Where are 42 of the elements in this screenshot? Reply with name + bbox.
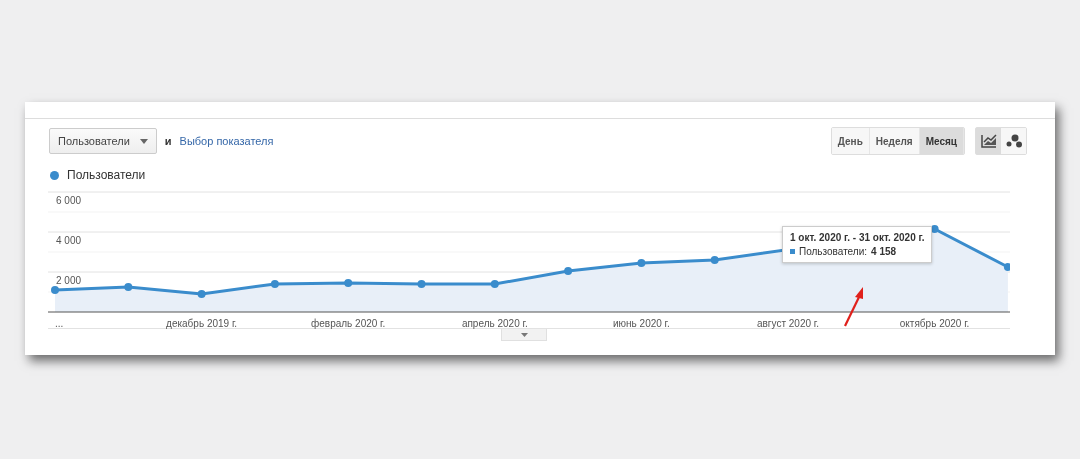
pointer-arrow: [844, 287, 863, 327]
period-tab[interactable]: Неделя: [869, 128, 920, 154]
data-point: [490, 280, 499, 288]
x-axis-label: июнь 2020 г.: [613, 318, 670, 329]
data-point: [564, 267, 573, 275]
data-point: [710, 256, 719, 264]
x-axis-label: август 2020 г.: [757, 318, 819, 329]
tooltip-value: 4 158: [871, 246, 897, 257]
data-point: [51, 286, 59, 294]
x-axis-label: апрель 2020 г.: [461, 318, 528, 329]
y-axis-label: 6 000: [56, 195, 82, 206]
data-point: [1003, 263, 1010, 271]
period-tab[interactable]: День: [831, 128, 870, 154]
bubbles-icon: [1005, 134, 1022, 148]
data-point: [930, 225, 939, 233]
line-chart-button[interactable]: [976, 128, 1001, 154]
metric-picker-link[interactable]: Выбор показателя: [179, 135, 274, 147]
bubble-chart-button[interactable]: [1001, 128, 1026, 154]
series-square-icon: [790, 249, 795, 254]
y-axis-label: 2 000: [56, 275, 82, 286]
period-tab[interactable]: Месяц: [919, 128, 964, 154]
data-point: [417, 280, 426, 288]
metric-dropdown[interactable]: Пользователи: [49, 128, 157, 154]
line-chart-icon: [980, 134, 997, 148]
x-axis-label: февраль 2020 г.: [311, 318, 386, 329]
y-axis-label: 4 000: [56, 235, 82, 246]
x-axis-label: октябрь 2020 г.: [899, 318, 970, 329]
scroll-handle[interactable]: [501, 329, 547, 341]
data-point: [124, 283, 133, 291]
data-point: [344, 279, 353, 287]
conjunction-text: и: [164, 135, 172, 147]
x-axis-label: ...: [55, 318, 64, 329]
legend-label: Пользователи: [67, 168, 146, 182]
data-point: [270, 280, 279, 288]
x-axis-label: декабрь 2019 г.: [166, 318, 238, 329]
tooltip-series-label: Пользователи:: [799, 246, 868, 257]
caret-icon: [139, 138, 148, 144]
tooltip-date-range: 1 окт. 2020 г. - 31 окт. 2020 г.: [790, 232, 925, 243]
data-point: [197, 290, 206, 298]
caret-icon: [520, 332, 528, 337]
data-point: [637, 259, 646, 267]
legend-dot: [50, 170, 59, 180]
